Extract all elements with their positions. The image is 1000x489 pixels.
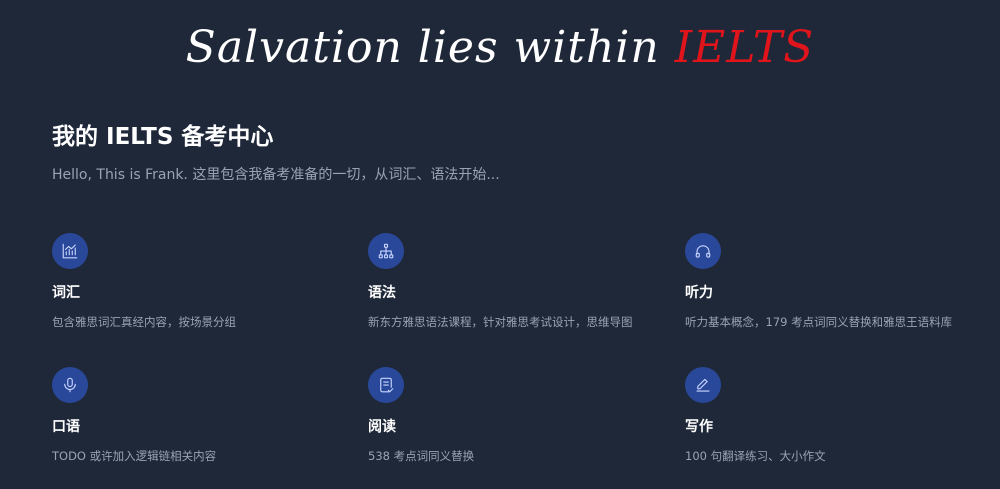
- feature-title: 阅读: [368, 419, 396, 435]
- feature-title: 听力: [685, 285, 713, 301]
- headphones-icon: [695, 245, 711, 258]
- pencil-icon: [696, 378, 710, 392]
- feature-card-speaking[interactable]: 口语 TODO 或许加入逻辑链相关内容: [52, 367, 352, 465]
- page: Salvation lies within IELTS 我的 IELTS 备考中…: [0, 0, 1000, 489]
- writing-icon-badge: [685, 367, 721, 403]
- document-check-icon: [380, 377, 394, 393]
- page-subtitle: Hello, This is Frank. 这里包含我备考准备的一切，从词汇、语…: [52, 167, 500, 183]
- page-title: 我的 IELTS 备考中心: [52, 124, 274, 150]
- feature-title: 词汇: [52, 285, 80, 301]
- banner: Salvation lies within IELTS: [0, 18, 1000, 78]
- feature-card-vocabulary[interactable]: 词汇 包含雅思词汇真经内容，按场景分组: [52, 233, 352, 331]
- speaking-icon-badge: [52, 367, 88, 403]
- banner-accent: IELTS: [674, 22, 815, 73]
- banner-text: Salvation lies within: [185, 22, 675, 73]
- feature-description: 听力基本概念，179 考点词同义替换和雅思王语料库: [685, 315, 953, 329]
- feature-description: TODO 或许加入逻辑链相关内容: [52, 449, 217, 463]
- microphone-icon: [64, 377, 76, 393]
- feature-description: 包含雅思词汇真经内容，按场景分组: [52, 315, 236, 329]
- feature-title: 口语: [52, 419, 80, 435]
- bar-chart-icon: [62, 243, 78, 259]
- feature-card-writing[interactable]: 写作 100 句翻译练习、大小作文: [685, 367, 985, 465]
- listening-icon-badge: [685, 233, 721, 269]
- feature-description: 新东方雅思语法课程，针对雅思考试设计，思维导图: [368, 315, 633, 329]
- feature-title: 语法: [368, 285, 396, 301]
- feature-description: 538 考点词同义替换: [368, 449, 475, 463]
- feature-description: 100 句翻译练习、大小作文: [685, 449, 826, 463]
- feature-card-grammar[interactable]: 语法 新东方雅思语法课程，针对雅思考试设计，思维导图: [368, 233, 668, 331]
- reading-icon-badge: [368, 367, 404, 403]
- vocabulary-icon-badge: [52, 233, 88, 269]
- sitemap-icon: [378, 243, 394, 259]
- feature-title: 写作: [685, 419, 713, 435]
- feature-card-reading[interactable]: 阅读 538 考点词同义替换: [368, 367, 668, 465]
- grammar-icon-badge: [368, 233, 404, 269]
- feature-card-listening[interactable]: 听力 听力基本概念，179 考点词同义替换和雅思王语料库: [685, 233, 985, 331]
